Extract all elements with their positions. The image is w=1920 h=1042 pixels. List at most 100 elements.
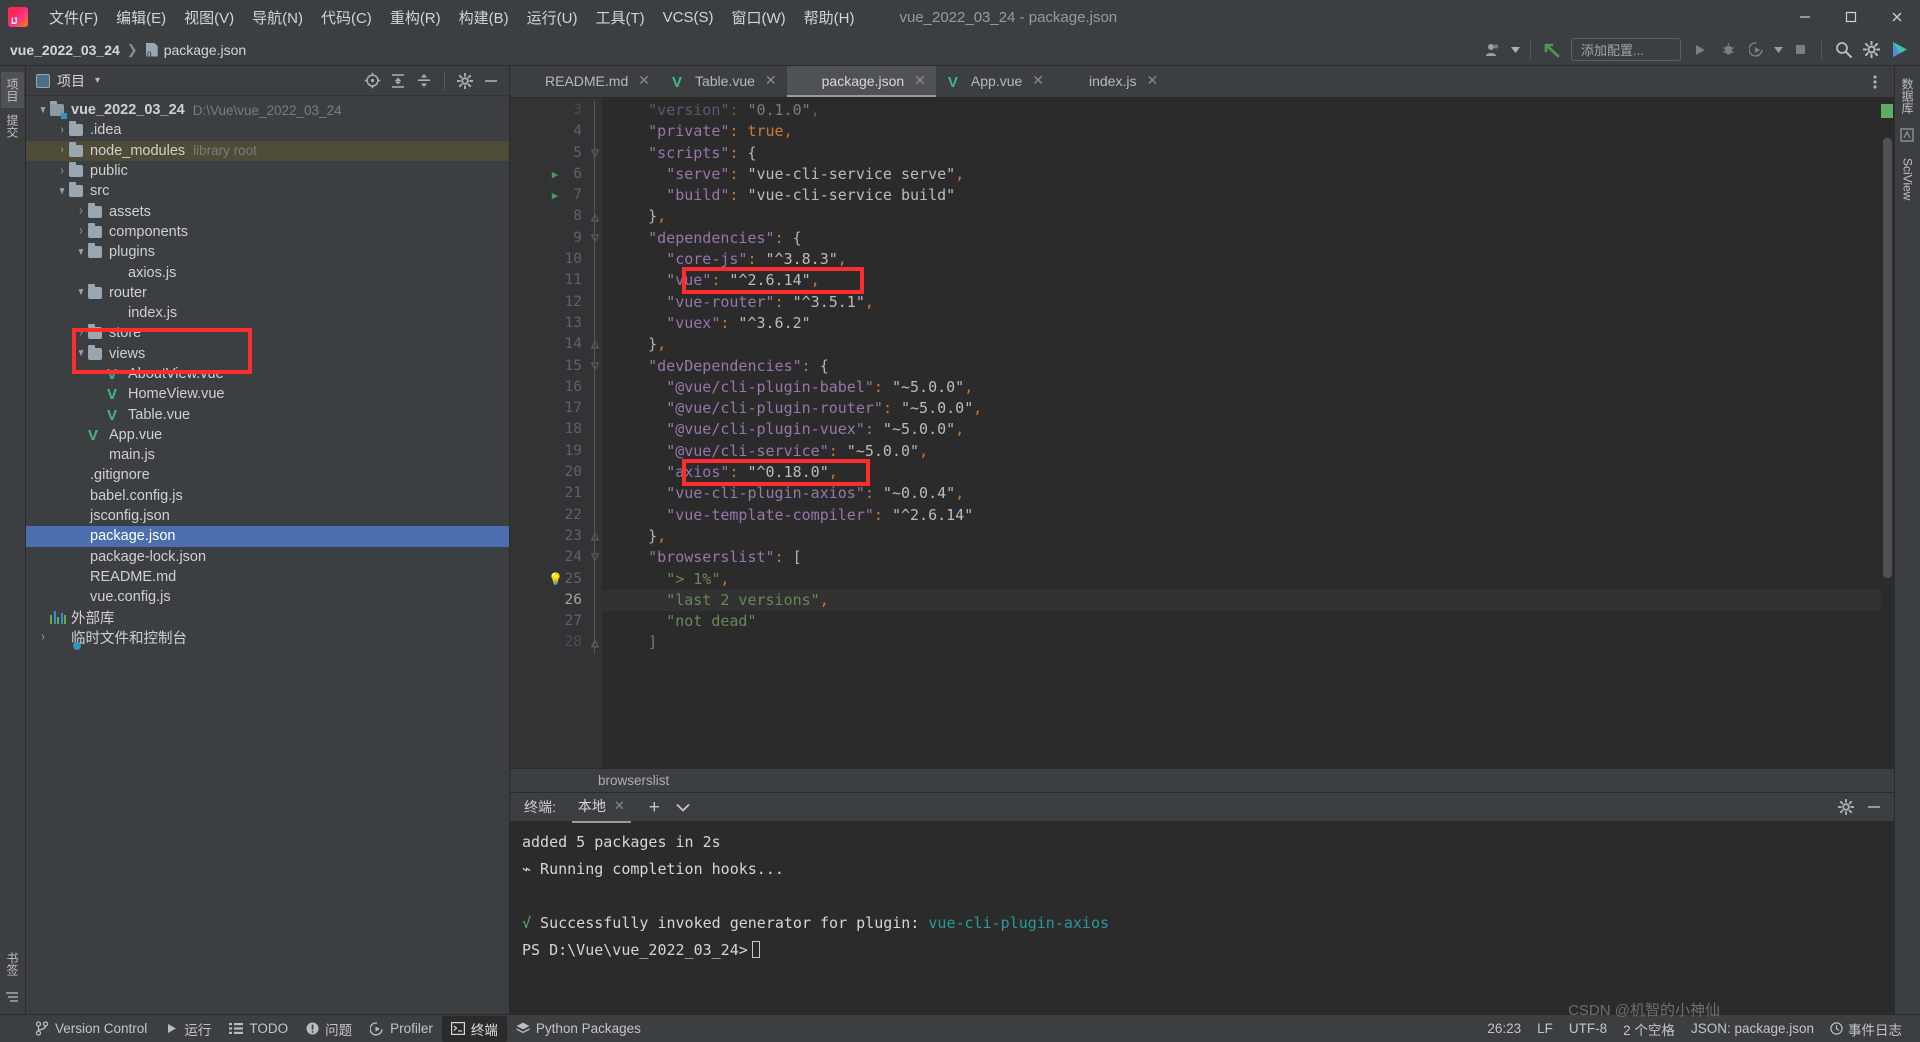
tree-expand-arrow[interactable]: › xyxy=(55,530,69,544)
profile-dropdown-icon[interactable] xyxy=(1771,38,1785,62)
code-line-17[interactable]: "@vue/cli-plugin-router": "~5.0.0", xyxy=(602,398,1894,419)
menu-run[interactable]: 运行(U) xyxy=(518,3,587,32)
code-line-21[interactable]: "vue-cli-plugin-axios": "~0.0.4", xyxy=(602,483,1894,504)
project-scope-chevron-icon[interactable]: ▾ xyxy=(95,75,100,86)
project-tree[interactable]: ▾ vue_2022_03_24 D:\Vue\vue_2022_03_24 › .id… xyxy=(26,96,509,1014)
status-profiler[interactable]: Profiler xyxy=(361,1018,442,1039)
gutter-line-16[interactable]: 16 xyxy=(510,377,588,398)
tree-expand-arrow[interactable]: ▾ xyxy=(74,245,88,259)
gutter-line-4[interactable]: 4 xyxy=(510,121,588,142)
rail-tab-project[interactable]: 项目 xyxy=(1,72,24,108)
chevron-down-icon[interactable] xyxy=(1508,38,1522,62)
tree-node-table-vue[interactable]: ›V Table.vue xyxy=(26,404,509,424)
code-line-13[interactable]: "vuex": "^3.6.2" xyxy=(602,313,1894,334)
new-terminal-tab-button[interactable]: + xyxy=(649,798,660,817)
debug-button[interactable] xyxy=(1715,38,1741,62)
menu-refactor[interactable]: 重构(R) xyxy=(381,3,450,32)
code-line-24[interactable]: "browserslist": [ xyxy=(602,547,1894,568)
tree-node-axios-js[interactable]: ›JS axios.js xyxy=(26,262,509,282)
line-number-gutter[interactable]: 3 4 5 ▶ 6 ▶ 7 8 9 10 11 12 13 14 15 16 17 18 19 20 21 22 23 24 💡… xyxy=(510,98,588,768)
tree-expand-arrow[interactable]: › xyxy=(36,631,50,645)
gutter-line-7[interactable]: ▶ 7 xyxy=(510,185,588,206)
minimize-button[interactable] xyxy=(1782,0,1828,34)
search-icon[interactable] xyxy=(1830,38,1856,62)
run-triangle-icon[interactable]: ▶ xyxy=(548,164,562,185)
editor-tab-readme-md[interactable]: MD README.md ✕ xyxy=(510,66,660,97)
status-version-control[interactable]: Version Control xyxy=(26,1018,156,1039)
code-line-10[interactable]: "core-js": "^3.8.3", xyxy=(602,249,1894,270)
tree-expand-arrow[interactable]: › xyxy=(74,448,88,462)
rail-tab-sciview[interactable]: SciView xyxy=(1898,152,1918,206)
tree-node-package-lock-json[interactable]: ›{} package-lock.json xyxy=(26,547,509,567)
gutter-line-9[interactable]: 9 xyxy=(510,228,588,249)
tree-expand-arrow[interactable]: ▾ xyxy=(74,286,88,300)
gutter-line-5[interactable]: 5 xyxy=(510,143,588,164)
status-event-log[interactable]: 事件日志 xyxy=(1830,1019,1902,1039)
run-triangle-icon[interactable]: ▶ xyxy=(548,185,562,206)
gutter-line-24[interactable]: 24 xyxy=(510,547,588,568)
gutter-line-10[interactable]: 10 xyxy=(510,249,588,270)
rail-tab-database[interactable]: 数据库 xyxy=(1896,72,1919,120)
gutter-line-20[interactable]: 20 xyxy=(510,462,588,483)
tree-node-homeview-vue[interactable]: ›V HomeView.vue xyxy=(26,384,509,404)
chevron-down-icon[interactable] xyxy=(676,803,690,812)
tree-node-index-js[interactable]: ›JS index.js xyxy=(26,303,509,323)
tree-expand-arrow[interactable]: ▾ xyxy=(74,347,88,361)
menu-edit[interactable]: 编辑(E) xyxy=(107,3,175,32)
code-line-23[interactable]: }, xyxy=(602,526,1894,547)
status-file-type[interactable]: JSON: package.json xyxy=(1691,1021,1814,1036)
tree-node-node-modules[interactable]: › node_modules library root xyxy=(26,140,509,161)
select-opened-file-icon[interactable] xyxy=(360,70,384,92)
tree-node-public[interactable]: › public xyxy=(26,161,509,181)
code-line-6[interactable]: "serve": "vue-cli-service serve", xyxy=(602,164,1894,185)
tree-expand-arrow[interactable]: › xyxy=(55,124,69,138)
tree-expand-arrow[interactable]: › xyxy=(55,570,69,584)
code-line-3[interactable]: "version": "0.1.0", xyxy=(602,100,1894,121)
code-line-16[interactable]: "@vue/cli-plugin-babel": "~5.0.0", xyxy=(602,377,1894,398)
tree-node-views[interactable]: ▾ views xyxy=(26,344,509,364)
fold-marker-14[interactable]: △ xyxy=(588,334,602,355)
code-line-14[interactable]: }, xyxy=(602,334,1894,355)
gutter-line-8[interactable]: 8 xyxy=(510,206,588,227)
tree-node--idea[interactable]: › .idea xyxy=(26,120,509,140)
maximize-button[interactable] xyxy=(1828,0,1874,34)
code-line-20[interactable]: "axios": "^0.18.0", xyxy=(602,462,1894,483)
status-python-packages[interactable]: Python Packages xyxy=(507,1018,650,1039)
tree-node-src[interactable]: ▾ src xyxy=(26,181,509,201)
gutter-line-15[interactable]: 15 xyxy=(510,356,588,377)
tree-expand-arrow[interactable]: › xyxy=(93,266,107,280)
menu-help[interactable]: 帮助(H) xyxy=(795,3,864,32)
tree-node--[interactable]: › 临时文件和控制台 xyxy=(26,628,509,650)
tree-expand-arrow[interactable]: › xyxy=(55,144,69,158)
code-folding-rail[interactable]: ▽△▽△▽△▽△ xyxy=(588,98,602,768)
close-icon[interactable]: ✕ xyxy=(765,72,777,89)
gutter-line-25[interactable]: 💡 25 xyxy=(510,569,588,590)
tree-node-aboutview-vue[interactable]: ›V AboutView.vue xyxy=(26,364,509,384)
fold-marker-8[interactable]: △ xyxy=(588,206,602,227)
tree-node-components[interactable]: › components xyxy=(26,222,509,242)
code-line-5[interactable]: "scripts": { xyxy=(602,143,1894,164)
tree-expand-arrow[interactable]: › xyxy=(74,225,88,239)
code-line-11[interactable]: "vue": "^2.6.14", xyxy=(602,270,1894,291)
code-line-8[interactable]: }, xyxy=(602,206,1894,227)
fold-marker-5[interactable]: ▽ xyxy=(588,143,602,164)
structure-icon[interactable] xyxy=(4,989,22,1007)
gutter-line-28[interactable]: 28 xyxy=(510,632,588,653)
tree-node-plugins[interactable]: ▾ plugins xyxy=(26,242,509,262)
fold-marker-24[interactable]: ▽ xyxy=(588,547,602,568)
tree-expand-arrow[interactable]: › xyxy=(55,489,69,503)
code-line-22[interactable]: "vue-template-compiler": "^2.6.14" xyxy=(602,505,1894,526)
menu-file[interactable]: 文件(F) xyxy=(40,3,107,32)
tree-node-vue-2022-03-24[interactable]: ▾ vue_2022_03_24 D:\Vue\vue_2022_03_24 xyxy=(26,100,509,120)
close-icon[interactable]: ✕ xyxy=(914,72,926,89)
breadcrumb-file-wrapper[interactable]: {} package.json xyxy=(145,42,246,58)
run-button[interactable] xyxy=(1687,38,1713,62)
code-line-7[interactable]: "build": "vue-cli-service build" xyxy=(602,185,1894,206)
status-todo[interactable]: TODO xyxy=(220,1018,297,1039)
menu-window[interactable]: 窗口(W) xyxy=(722,3,794,32)
status-problems[interactable]: 问题 xyxy=(297,1016,361,1042)
editor-tab-package-json[interactable]: {} package.json ✕ xyxy=(786,66,936,97)
code-line-26[interactable]: "last 2 versions", xyxy=(602,589,1894,612)
fold-marker-15[interactable]: ▽ xyxy=(588,356,602,377)
terminal-tab-local[interactable]: 本地 ✕ xyxy=(571,792,631,823)
